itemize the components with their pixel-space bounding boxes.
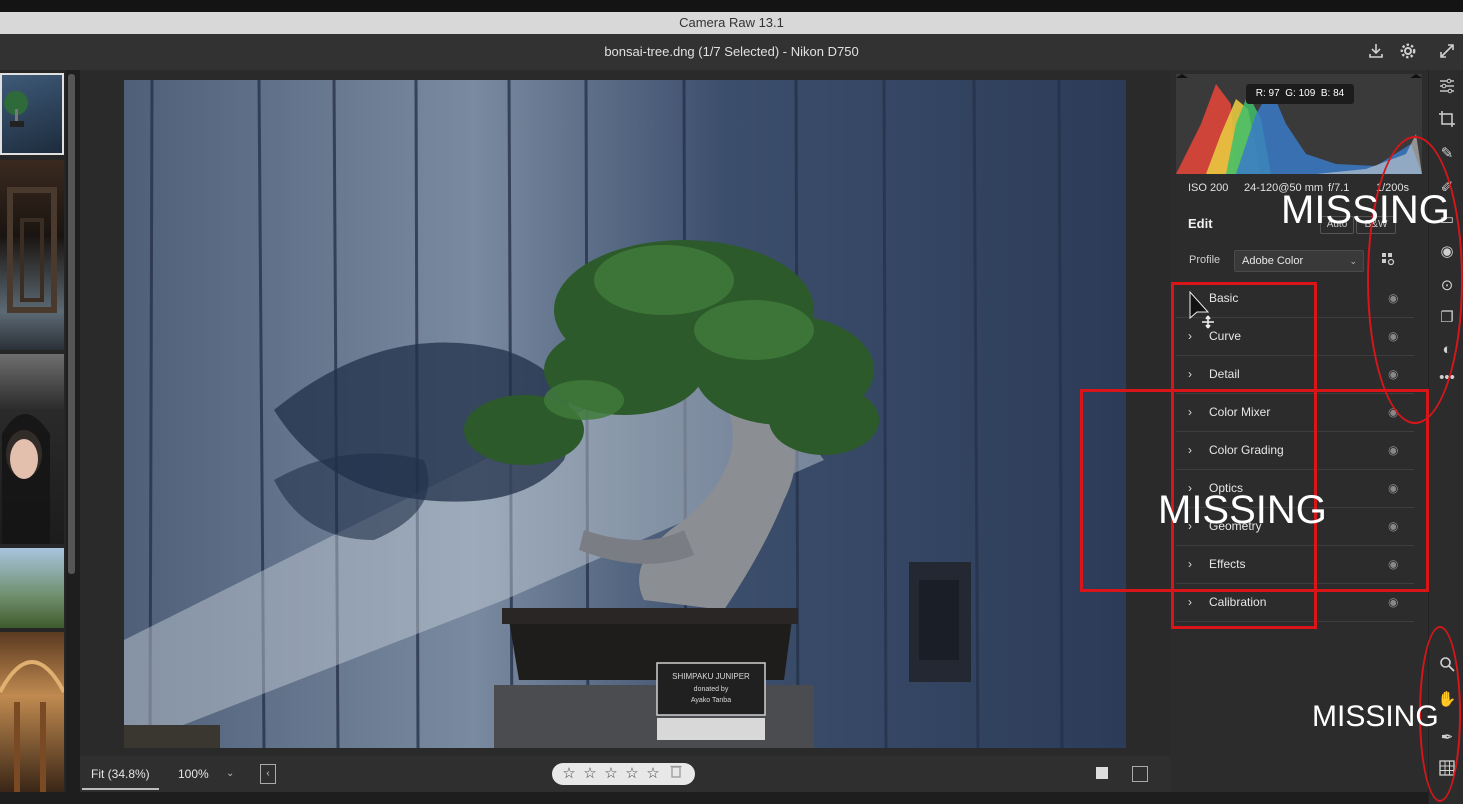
chevron-down-icon[interactable]: ⌄ [226,760,234,788]
missing-label-bottom: MISSING [1312,700,1439,733]
gear-icon[interactable] [1398,42,1418,62]
file-header-bar: bonsai-tree.dng (1/7 Selected) - Nikon D… [0,34,1463,70]
profile-label: Profile [1189,254,1221,266]
missing-label-top: MISSING [1281,188,1450,232]
plaque-text: SHIMPAKU JUNIPER [672,672,750,681]
plaque-text: donated by [694,686,729,693]
blue-value: B: 84 [1320,88,1345,99]
file-name: bonsai-tree.dng (1/7 Selected) - Nikon D… [604,44,859,59]
filmstrip-thumbnail[interactable] [0,548,64,628]
canvas-bottom-bar: Fit (34.8%) 100% ⌄ ‹ ☆ ☆ ☆ ☆ ☆ [80,756,1170,792]
red-value: R: 97 [1255,88,1280,99]
annotation-ellipse-top [1367,136,1463,424]
profile-value: Adobe Color [1242,255,1304,267]
green-value: G: 109 [1285,88,1316,99]
missing-label-middle: MISSING [1158,488,1327,532]
photo-preview[interactable]: SHIMPAKU JUNIPER donated by Ayako Tanba [124,80,1126,748]
filmstrip-thumbnail-selected[interactable] [0,73,64,155]
trash-icon[interactable] [670,764,682,784]
profile-dropdown[interactable]: Adobe Color ⌄ [1234,250,1364,272]
rgb-readout: R: 97 G: 109 B: 84 [1246,84,1354,104]
zoom-level-button[interactable]: 100% [178,760,209,788]
single-view-icon[interactable] [1096,767,1108,779]
filmstrip-toggle-icon[interactable]: ‹ [260,764,276,784]
filmstrip-thumbnail[interactable] [0,632,66,792]
plaque-text: Ayako Tanba [691,697,731,704]
edit-title: Edit [1188,216,1213,231]
rating-star-1[interactable]: ☆ [560,764,578,784]
filmstrip [0,70,66,792]
rating-star-2[interactable]: ☆ [581,764,599,784]
compare-view-icon[interactable] [1132,766,1148,782]
fit-zoom-button[interactable]: Fit (34.8%) [82,760,159,790]
window-title: Camera Raw 13.1 [0,12,1463,34]
rating-star-4[interactable]: ☆ [623,764,641,784]
expand-icon[interactable] [1437,42,1457,62]
sliders-icon[interactable] [1435,77,1459,101]
filmstrip-thumbnail[interactable] [0,354,64,544]
star-rating[interactable]: ☆ ☆ ☆ ☆ ☆ [552,763,695,785]
window-top-edge [0,0,1463,12]
histogram: R: 97 G: 109 B: 84 [1176,74,1422,174]
filmstrip-scrollbar[interactable] [68,74,75,574]
rating-star-3[interactable]: ☆ [602,764,620,784]
crop-icon[interactable] [1435,110,1459,134]
chevron-down-icon: ⌄ [1349,256,1357,266]
exif-iso: ISO 200 [1188,182,1229,194]
download-icon[interactable] [1366,42,1386,62]
filmstrip-thumbnail[interactable] [0,160,64,350]
rating-star-5[interactable]: ☆ [644,764,662,784]
